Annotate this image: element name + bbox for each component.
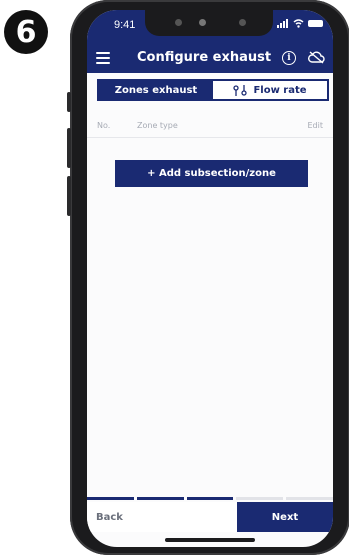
progress-segment [136, 497, 184, 500]
app-header: Configure exhaust i [87, 43, 333, 73]
cloud-off-icon[interactable] [308, 51, 325, 64]
page-title: Configure exhaust [137, 50, 272, 65]
notch [145, 10, 273, 36]
add-subsection-zone-button[interactable]: + Add subsection/zone [115, 160, 308, 187]
progress-segment [286, 497, 333, 500]
table-header: No. Zone type Edit [87, 113, 333, 138]
back-button[interactable]: Back [87, 502, 237, 532]
step-number-badge: 6 [4, 10, 48, 54]
status-icons [277, 19, 323, 28]
column-zone-type: Zone type [137, 121, 178, 130]
status-time: 9:41 [114, 19, 136, 31]
next-button[interactable]: Next [237, 502, 333, 532]
battery-icon [308, 20, 323, 27]
progress-segment [87, 497, 134, 500]
home-indicator [165, 538, 255, 542]
progress-segment [186, 497, 234, 500]
status-bar: 9:41 [87, 10, 333, 43]
mute-switch [67, 92, 71, 112]
wifi-icon [293, 19, 304, 28]
signal-icon [277, 19, 288, 28]
step-progress [87, 497, 333, 500]
tab-zones-exhaust-label: Zones exhaust [114, 84, 198, 96]
volume-down-button [67, 176, 71, 216]
tab-flow-rate-label: Flow rate [253, 84, 307, 96]
menu-icon[interactable] [96, 52, 110, 64]
progress-segment [236, 497, 284, 500]
info-icon[interactable]: i [282, 51, 296, 65]
tab-bar: Zones exhaust Flow rate [97, 79, 329, 101]
tab-flow-rate[interactable]: Flow rate [213, 81, 327, 99]
volume-up-button [67, 128, 71, 168]
column-number: No. [97, 121, 111, 130]
column-edit: Edit [307, 121, 324, 130]
tab-zones-exhaust[interactable]: Zones exhaust [99, 81, 213, 99]
phone-frame: 9:41 Configure exhaust i Zones exhaust F… [67, 0, 349, 555]
app-screen: 9:41 Configure exhaust i Zones exhaust F… [87, 10, 333, 547]
flow-icon [233, 84, 248, 96]
